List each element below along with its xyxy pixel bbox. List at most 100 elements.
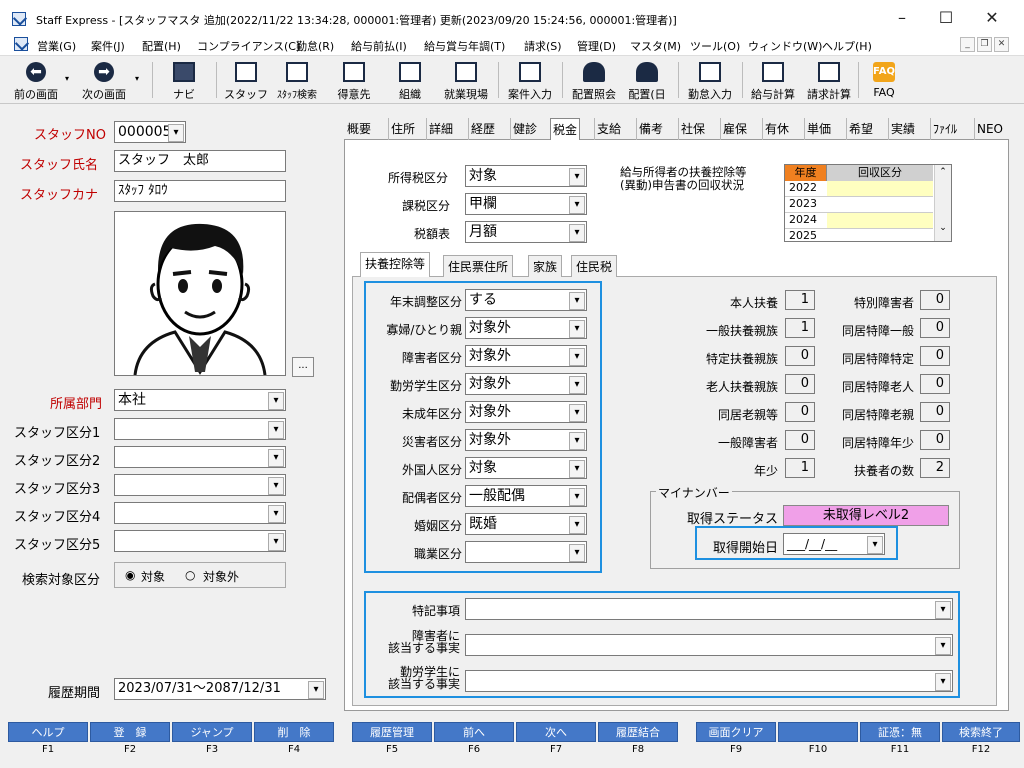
- income-tax-select[interactable]: 対象: [465, 165, 587, 187]
- evidence-button[interactable]: 証憑：無: [860, 722, 940, 742]
- menu-billing[interactable]: 請求(S): [524, 38, 562, 54]
- history-manage-button[interactable]: 履歴管理: [352, 722, 432, 742]
- navi-button[interactable]: ナビ: [160, 58, 208, 102]
- disaster-select[interactable]: 対象外: [465, 429, 587, 451]
- working-student-select[interactable]: 対象外: [465, 373, 587, 395]
- menu-sales[interactable]: 営業(G): [37, 38, 76, 54]
- help-button[interactable]: ヘルプ: [8, 722, 88, 742]
- minor-select[interactable]: 対象外: [465, 401, 587, 423]
- acquisition-start-date[interactable]: ___/__/__: [783, 533, 885, 555]
- radio-non-target[interactable]: ○: [185, 568, 195, 582]
- disabled-fact-field[interactable]: [465, 634, 953, 656]
- tab-files[interactable]: ﾌｧｲﾙ: [930, 118, 959, 140]
- payroll-button[interactable]: 給与計算: [746, 58, 800, 102]
- forward-button[interactable]: ➡ 次の画面: [76, 58, 132, 102]
- staff-button[interactable]: スタッフ: [224, 58, 268, 102]
- tab-address[interactable]: 住所: [388, 118, 417, 140]
- menu-payroll[interactable]: 給与賞与年調(T): [424, 38, 505, 54]
- tab-details[interactable]: 詳細: [426, 118, 455, 140]
- tab-paid-leave[interactable]: 有休: [762, 118, 791, 140]
- year-row[interactable]: 2023: [785, 197, 933, 213]
- menu-window[interactable]: ウィンドウ(W): [748, 38, 822, 54]
- year-row[interactable]: 2022: [785, 181, 933, 197]
- department-select[interactable]: 本社: [114, 389, 286, 411]
- clear-screen-button[interactable]: 画面クリア: [696, 722, 776, 742]
- history-merge-button[interactable]: 履歴結合: [598, 722, 678, 742]
- special-notes-field[interactable]: [465, 598, 953, 620]
- tab-overview[interactable]: 概要: [345, 118, 373, 140]
- assignment-inquiry-button[interactable]: 配置照会: [566, 58, 622, 102]
- attendance-input-button[interactable]: 勤怠入力: [682, 58, 738, 102]
- tab-career[interactable]: 経歴: [468, 118, 497, 140]
- tab-social-insurance[interactable]: 社保: [678, 118, 707, 140]
- inner-tab-resident-tax[interactable]: 住民税: [571, 255, 618, 277]
- staff-search-button[interactable]: ｽﾀｯﾌ検索: [270, 58, 324, 102]
- tab-pay[interactable]: 支給: [594, 118, 623, 140]
- forward-dropdown-icon[interactable]: ▾: [132, 74, 142, 118]
- foreigner-select[interactable]: 対象: [465, 457, 587, 479]
- year-row[interactable]: 2025: [785, 229, 933, 241]
- tab-results[interactable]: 実績: [888, 118, 917, 140]
- tab-neo[interactable]: NEO: [974, 118, 1005, 140]
- staff-name-field[interactable]: スタッフ 太郎: [114, 150, 286, 172]
- staff-class5-select[interactable]: [114, 530, 286, 552]
- student-fact-field[interactable]: [465, 670, 953, 692]
- menu-management[interactable]: 管理(D): [577, 38, 616, 54]
- mdi-minimize-button[interactable]: _: [960, 37, 975, 52]
- menu-master[interactable]: マスタ(M): [630, 38, 681, 54]
- mdi-restore-button[interactable]: ❐: [977, 37, 992, 52]
- spouse-select[interactable]: 一般配偶: [465, 485, 587, 507]
- staff-kana-field[interactable]: ｽﾀｯﾌ ﾀﾛｳ: [114, 180, 286, 202]
- disability-select[interactable]: 対象外: [465, 345, 587, 367]
- history-period-select[interactable]: 2023/07/31～2087/12/31: [114, 678, 326, 700]
- organization-button[interactable]: 組織: [388, 58, 432, 102]
- tab-employment-insurance[interactable]: 雇保: [720, 118, 749, 140]
- year-row[interactable]: 2024: [785, 213, 933, 229]
- menu-advance-pay[interactable]: 給与前払(I): [351, 38, 407, 54]
- widow-select[interactable]: 対象外: [465, 317, 587, 339]
- staff-class1-select[interactable]: [114, 418, 286, 440]
- menu-tools[interactable]: ツール(O): [690, 38, 740, 54]
- inner-tab-family[interactable]: 家族: [528, 255, 563, 277]
- occupation-select[interactable]: [465, 541, 587, 563]
- tab-notes[interactable]: 備考: [636, 118, 665, 140]
- delete-button[interactable]: 削 除: [254, 722, 334, 742]
- recovery-scrollbar[interactable]: ⌃ ⌄: [934, 165, 951, 241]
- inner-tab-resident-address[interactable]: 住民票住所: [443, 255, 514, 277]
- inner-tab-dependent-deduction[interactable]: 扶養控除等: [360, 252, 431, 277]
- faq-button[interactable]: FAQ FAQ: [862, 58, 906, 102]
- maximize-button[interactable]: ☐: [924, 6, 968, 30]
- f10-button[interactable]: [778, 722, 858, 742]
- menu-compliance[interactable]: コンプライアンス(C): [197, 38, 300, 54]
- photo-browse-button[interactable]: ...: [292, 357, 314, 377]
- previous-button[interactable]: 前へ: [434, 722, 514, 742]
- marital-select[interactable]: 既婚: [465, 513, 587, 535]
- tab-wishes[interactable]: 希望: [846, 118, 875, 140]
- project-input-button[interactable]: 案件入力: [502, 58, 558, 102]
- menu-assignment[interactable]: 配置(H): [142, 38, 181, 54]
- tax-class-select[interactable]: 甲欄: [465, 193, 587, 215]
- next-button[interactable]: 次へ: [516, 722, 596, 742]
- worksite-button[interactable]: 就業現場: [438, 58, 494, 102]
- staff-class2-select[interactable]: [114, 446, 286, 468]
- back-dropdown-icon[interactable]: ▾: [62, 74, 72, 118]
- billing-button[interactable]: 請求計算: [802, 58, 856, 102]
- back-button[interactable]: ⬅ 前の画面: [8, 58, 64, 102]
- tab-health-check[interactable]: 健診: [510, 118, 539, 140]
- close-button[interactable]: ✕: [970, 6, 1014, 30]
- staff-class4-select[interactable]: [114, 502, 286, 524]
- year-end-adjustment-select[interactable]: する: [465, 289, 587, 311]
- radio-target-selected[interactable]: ◉: [125, 568, 135, 582]
- tab-unit-price[interactable]: 単価: [804, 118, 833, 140]
- minimize-button[interactable]: –: [880, 6, 924, 30]
- recovery-status-table[interactable]: 年度 回収区分 2022 2023 2024 2025 ⌃ ⌄: [784, 164, 952, 242]
- jump-button[interactable]: ジャンプ: [172, 722, 252, 742]
- client-button[interactable]: 得意先: [328, 58, 380, 102]
- register-button[interactable]: 登 録: [90, 722, 170, 742]
- tax-table-select[interactable]: 月額: [465, 221, 587, 243]
- mdi-close-button[interactable]: ✕: [994, 37, 1009, 52]
- menu-attendance[interactable]: 勤怠(R): [296, 38, 334, 54]
- staff-class3-select[interactable]: [114, 474, 286, 496]
- menu-help[interactable]: ヘルプ(H): [822, 38, 872, 54]
- staff-no-select[interactable]: 000005: [114, 121, 186, 143]
